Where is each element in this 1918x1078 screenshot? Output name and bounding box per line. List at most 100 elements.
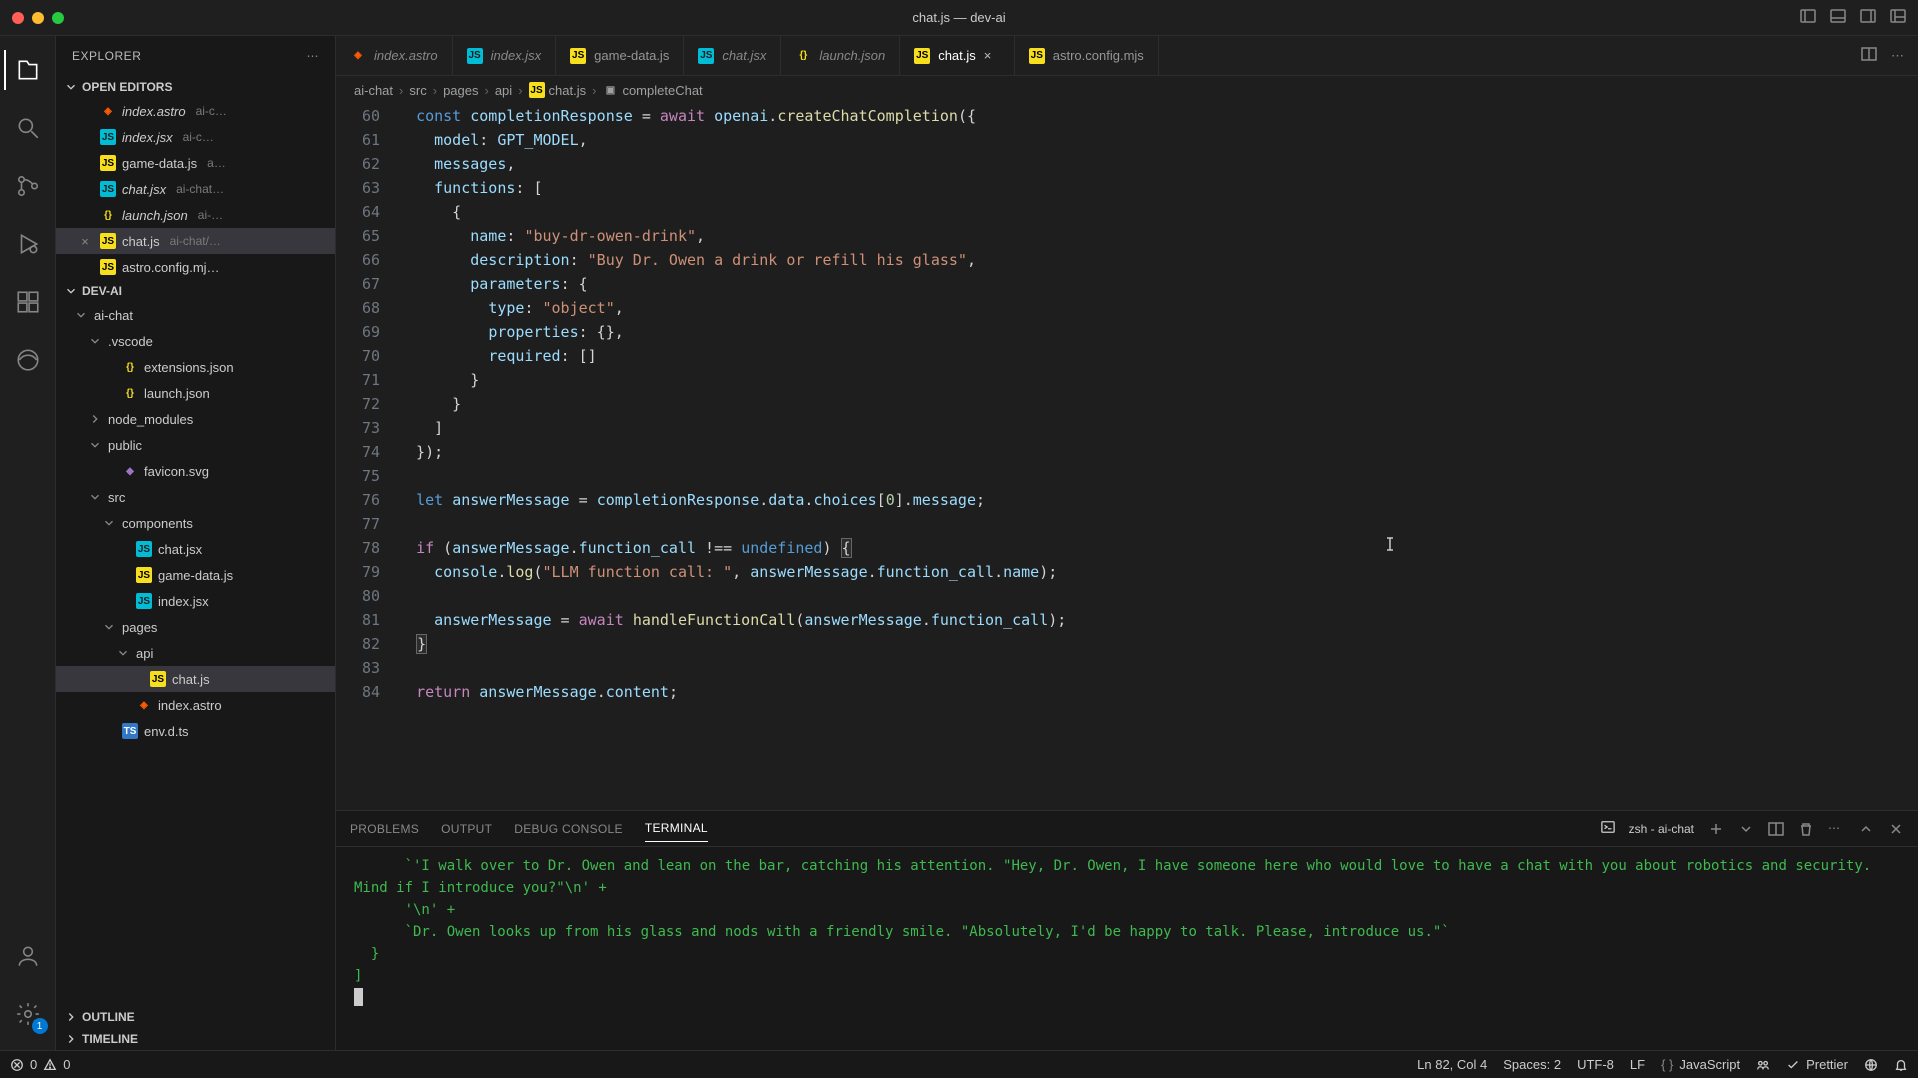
close-window-button[interactable] — [12, 12, 24, 24]
code-content[interactable]: const completionResponse = await openai.… — [398, 104, 1918, 810]
open-editor-item[interactable]: ×JSchat.jsai-chat/… — [56, 228, 335, 254]
file-item[interactable]: JSgame-data.js — [56, 562, 335, 588]
status-indentation[interactable]: Spaces: 2 — [1503, 1057, 1561, 1072]
customize-layout-icon[interactable] — [1890, 8, 1906, 27]
search-activity[interactable] — [4, 104, 52, 152]
file-item[interactable]: JSchat.js — [56, 666, 335, 692]
folder-item[interactable]: node_modules — [56, 406, 335, 432]
open-editor-item[interactable]: JSastro.config.mj… — [56, 254, 335, 280]
file-label: index.jsx — [122, 130, 173, 145]
editor-more-icon[interactable]: ⋯ — [1891, 48, 1904, 64]
sidebar-more-icon[interactable]: ⋯ — [307, 49, 320, 63]
open-editor-item[interactable]: ◈index.astroai-c… — [56, 98, 335, 124]
toggle-panel-bottom-icon[interactable] — [1830, 8, 1846, 27]
folder-item[interactable]: api — [56, 640, 335, 666]
toggle-panel-left-icon[interactable] — [1800, 8, 1816, 27]
open-editor-item[interactable]: JSchat.jsxai-chat… — [56, 176, 335, 202]
editor-tab[interactable]: JSindex.jsx — [453, 36, 557, 75]
js-file-icon: JS — [1029, 48, 1045, 64]
breadcrumb-item[interactable]: src — [409, 83, 426, 98]
folder-item[interactable]: pages — [56, 614, 335, 640]
split-terminal-icon[interactable] — [1768, 821, 1784, 837]
file-item[interactable]: TSenv.d.ts — [56, 718, 335, 744]
chevron-down-icon — [88, 490, 102, 504]
folder-item[interactable]: ai-chat — [56, 302, 335, 328]
text-cursor-icon — [1382, 536, 1398, 552]
timeline-header[interactable]: TIMELINE — [56, 1028, 335, 1050]
explorer-activity[interactable] — [4, 46, 52, 94]
open-editor-item[interactable]: JSgame-data.jsa… — [56, 150, 335, 176]
js-file-icon: JS — [100, 259, 116, 275]
code-editor[interactable]: 6061626364656667686970717273747576777879… — [336, 104, 1918, 810]
panel-tab-problems[interactable]: PROBLEMS — [350, 816, 419, 842]
project-header[interactable]: DEV-AI — [56, 280, 335, 302]
file-path-hint: ai-… — [198, 208, 223, 222]
status-eol[interactable]: LF — [1630, 1057, 1645, 1072]
open-editor-item[interactable]: {}launch.jsonai-… — [56, 202, 335, 228]
folder-item[interactable]: src — [56, 484, 335, 510]
maximize-window-button[interactable] — [52, 12, 64, 24]
folder-item[interactable]: components — [56, 510, 335, 536]
file-item[interactable]: ◈index.astro — [56, 692, 335, 718]
status-language[interactable]: { } JavaScript — [1661, 1057, 1740, 1072]
tree-label: favicon.svg — [144, 464, 209, 479]
breadcrumb-item[interactable]: api — [495, 83, 512, 98]
tree-label: .vscode — [108, 334, 153, 349]
tab-label: astro.config.mjs — [1053, 48, 1144, 63]
maximize-panel-icon[interactable] — [1858, 821, 1874, 837]
status-encoding[interactable]: UTF-8 — [1577, 1057, 1614, 1072]
close-panel-icon[interactable] — [1888, 821, 1904, 837]
minimize-window-button[interactable] — [32, 12, 44, 24]
panel-tab-terminal[interactable]: TERMINAL — [645, 815, 708, 842]
edge-tools-activity[interactable] — [4, 336, 52, 384]
breadcrumb-item[interactable]: ▣completeChat — [602, 82, 702, 98]
file-item[interactable]: JSchat.jsx — [56, 536, 335, 562]
panel-more-icon[interactable]: ⋯ — [1828, 821, 1844, 837]
status-feedback-icon[interactable] — [1864, 1058, 1878, 1072]
editor-tab[interactable]: ◈index.astro — [336, 36, 453, 75]
status-live-share-icon[interactable] — [1756, 1058, 1770, 1072]
folder-item[interactable]: .vscode — [56, 328, 335, 354]
close-tab-icon[interactable]: × — [984, 48, 1000, 64]
terminal-dropdown-icon[interactable] — [1738, 821, 1754, 837]
close-editor-icon[interactable]: × — [76, 234, 94, 249]
panel-tab-debug-console[interactable]: DEBUG CONSOLE — [514, 816, 623, 842]
status-prettier[interactable]: Prettier — [1786, 1057, 1848, 1072]
editor-tab[interactable]: {}launch.json — [781, 36, 900, 75]
kill-terminal-icon[interactable] — [1798, 821, 1814, 837]
extensions-activity[interactable] — [4, 278, 52, 326]
file-label: chat.js — [122, 234, 160, 249]
terminal-output[interactable]: `'I walk over to Dr. Owen and lean on th… — [336, 847, 1918, 1050]
editor-tab[interactable]: JSchat.js× — [900, 36, 1015, 75]
breadcrumbs[interactable]: ai-chat›src›pages›api›JSchat.js›▣complet… — [336, 76, 1918, 104]
status-errors[interactable]: 0 0 — [10, 1057, 70, 1072]
editor-tab[interactable]: JS astro.config.mjs — [1015, 36, 1159, 75]
source-control-activity[interactable] — [4, 162, 52, 210]
file-item[interactable]: {}launch.json — [56, 380, 335, 406]
terminal-profile-icon[interactable] — [1601, 820, 1615, 837]
settings-gear-icon[interactable]: 1 — [4, 990, 52, 1038]
file-item[interactable]: JSindex.jsx — [56, 588, 335, 614]
accounts-icon[interactable] — [4, 932, 52, 980]
breadcrumb-item[interactable]: JSchat.js — [529, 82, 587, 98]
new-terminal-icon[interactable] — [1708, 821, 1724, 837]
terminal-shell-label[interactable]: zsh - ai-chat — [1629, 822, 1694, 836]
breadcrumb-item[interactable]: pages — [443, 83, 478, 98]
status-cursor-position[interactable]: Ln 82, Col 4 — [1417, 1057, 1487, 1072]
outline-header[interactable]: OUTLINE — [56, 1006, 335, 1028]
open-editor-item[interactable]: JSindex.jsxai-c… — [56, 124, 335, 150]
file-item[interactable]: ◆favicon.svg — [56, 458, 335, 484]
open-editors-header[interactable]: OPEN EDITORS — [56, 76, 335, 98]
panel-tab-output[interactable]: OUTPUT — [441, 816, 492, 842]
split-editor-icon[interactable] — [1861, 46, 1877, 65]
run-debug-activity[interactable] — [4, 220, 52, 268]
editor-tab[interactable]: JSgame-data.js — [556, 36, 684, 75]
status-bell-icon[interactable] — [1894, 1058, 1908, 1072]
editor-tab[interactable]: JSchat.jsx — [684, 36, 781, 75]
breadcrumb-item[interactable]: ai-chat — [354, 83, 393, 98]
toggle-panel-right-icon[interactable] — [1860, 8, 1876, 27]
folder-item[interactable]: public — [56, 432, 335, 458]
file-item[interactable]: {}extensions.json — [56, 354, 335, 380]
tree-label: env.d.ts — [144, 724, 189, 739]
tree-label: index.jsx — [158, 594, 209, 609]
